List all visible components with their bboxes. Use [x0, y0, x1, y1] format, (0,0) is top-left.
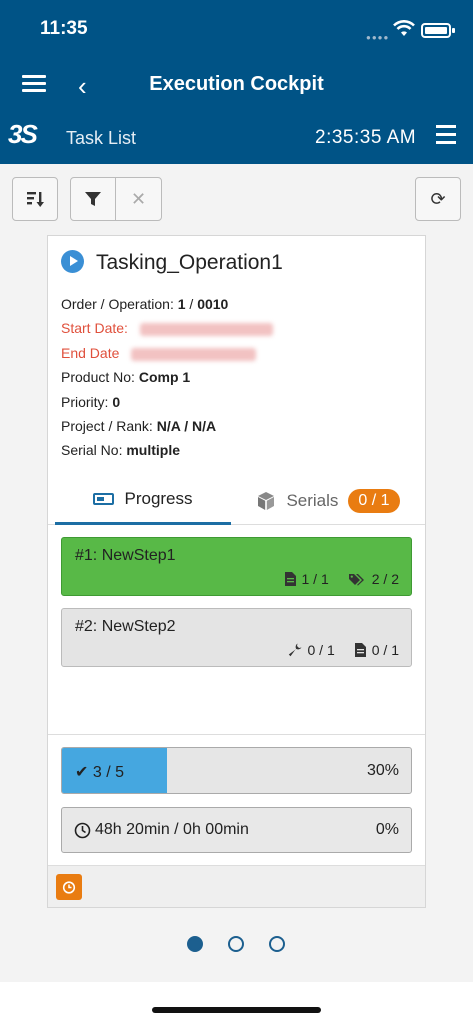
- brand-logo-icon: 3S: [8, 119, 38, 149]
- priority-label: Priority:: [61, 393, 109, 410]
- bottom-area: [0, 982, 473, 1024]
- filter-icon: [85, 192, 101, 206]
- page-dot[interactable]: [228, 936, 244, 952]
- sort-button[interactable]: [12, 177, 58, 221]
- product-row: Product No: Comp 1: [61, 365, 273, 389]
- page-title: Execution Cockpit: [149, 73, 324, 95]
- order-row: Order / Operation: 1 / 0010: [61, 296, 229, 312]
- end-date-value-redacted: [131, 347, 257, 361]
- progress-count: 3 / 5: [92, 764, 124, 781]
- step-meta: 1 / 1 2 / 2: [284, 571, 399, 587]
- time-progress-bar: 48h 20min / 0h 00min 0%: [61, 807, 412, 853]
- list-menu-icon[interactable]: [436, 125, 456, 147]
- document-icon: [284, 572, 296, 586]
- clock-icon: [74, 822, 91, 838]
- tab-serials-label: Serials: [286, 490, 339, 510]
- order-value: 1: [177, 296, 186, 312]
- home-indicator[interactable]: [152, 1007, 321, 1013]
- wifi-icon: [393, 20, 415, 36]
- filter-button[interactable]: [70, 177, 116, 221]
- card-tabs: Progress Serials 0 / 1: [48, 476, 425, 525]
- sub-header: 3S Task List 2:35:35 AM: [0, 110, 473, 164]
- document-icon: [354, 643, 366, 657]
- sort-icon: [27, 192, 44, 207]
- serials-count-badge: 0 / 1: [348, 488, 400, 513]
- alarm-clock-icon: [62, 881, 76, 894]
- start-date-row: Start Date:: [61, 316, 273, 340]
- section-title: Task List: [66, 128, 137, 148]
- operation-card[interactable]: Tasking_Operation1 Order / Operation: 1 …: [47, 235, 426, 908]
- tab-serials[interactable]: Serials 0 / 1: [231, 476, 425, 525]
- operation-title: Tasking_Operation1: [96, 251, 283, 274]
- refresh-button[interactable]: ⟳: [415, 177, 461, 221]
- step-tags-count: 2 / 2: [371, 571, 399, 587]
- priority-value: 0: [112, 393, 121, 410]
- progress-percent: 30%: [366, 762, 399, 779]
- progress-text: ✔ 3 / 5: [75, 762, 124, 782]
- operation-value: 0010: [197, 296, 229, 312]
- status-time: 11:35: [40, 18, 88, 39]
- step-name: #2: NewStep2: [75, 618, 176, 635]
- step-meta: 0 / 1 0 / 1: [288, 642, 399, 658]
- priority-row: Priority: 0: [61, 390, 273, 414]
- project-row: Project / Rank: N/A / N/A: [61, 414, 273, 438]
- step-progress-bar: ✔ 3 / 5 30%: [61, 747, 412, 794]
- start-date-value-redacted: [139, 323, 273, 337]
- alarm-button[interactable]: [56, 874, 82, 900]
- check-icon: ✔: [75, 764, 89, 781]
- serial-label: Serial No:: [61, 442, 123, 459]
- tab-progress[interactable]: Progress: [55, 476, 231, 525]
- serial-row: Serial No: multiple: [61, 438, 273, 462]
- end-date-row: End Date: [61, 341, 273, 365]
- time-percent: 0%: [375, 821, 399, 838]
- nav-bar: ‹ Execution Cockpit: [0, 60, 473, 110]
- clear-filter-button[interactable]: ✕: [115, 177, 162, 221]
- close-icon: ✕: [130, 188, 147, 209]
- end-date-label: End Date: [61, 344, 120, 361]
- time-value: 48h 20min / 0h 00min: [95, 821, 249, 838]
- wrench-icon: [288, 643, 301, 657]
- product-value: Comp 1: [138, 369, 191, 386]
- step-tools-count: 0 / 1: [307, 642, 335, 658]
- step-name: #1: NewStep1: [75, 547, 176, 564]
- divider: [48, 734, 425, 735]
- refresh-icon: ⟳: [430, 188, 446, 209]
- time-text: 48h 20min / 0h 00min: [74, 821, 249, 839]
- page-dot[interactable]: [187, 936, 203, 952]
- cube-icon: [258, 491, 275, 510]
- step-docs-count: 0 / 1: [371, 642, 399, 658]
- tab-progress-label: Progress: [124, 489, 193, 508]
- order-label: Order / Operation:: [61, 296, 174, 312]
- step-item[interactable]: #2: NewStep2 0 / 1 0 / 1: [61, 608, 412, 667]
- card-footer: [48, 865, 425, 907]
- serial-value: multiple: [126, 442, 181, 459]
- status-bar: 11:35 ●●●●: [0, 0, 473, 60]
- progress-bar-icon: [93, 493, 115, 505]
- page-indicator: [187, 936, 285, 952]
- clock: 2:35:35 AM: [315, 127, 417, 148]
- battery-icon: [421, 23, 455, 38]
- signal-icon: ●●●●: [366, 33, 390, 42]
- start-date-label: Start Date:: [61, 320, 128, 337]
- step-item[interactable]: #1: NewStep1 1 / 1 2 / 2: [61, 537, 412, 596]
- project-value: N/A / N/A: [156, 417, 217, 434]
- play-icon[interactable]: [61, 250, 84, 273]
- operation-details: Order / Operation: 1 / 0010 Start Date: …: [61, 292, 273, 463]
- project-label: Project / Rank:: [61, 417, 153, 434]
- product-label: Product No:: [61, 369, 135, 386]
- step-docs-count: 1 / 1: [301, 571, 329, 587]
- tags-icon: [348, 573, 364, 585]
- page-dot[interactable]: [269, 936, 285, 952]
